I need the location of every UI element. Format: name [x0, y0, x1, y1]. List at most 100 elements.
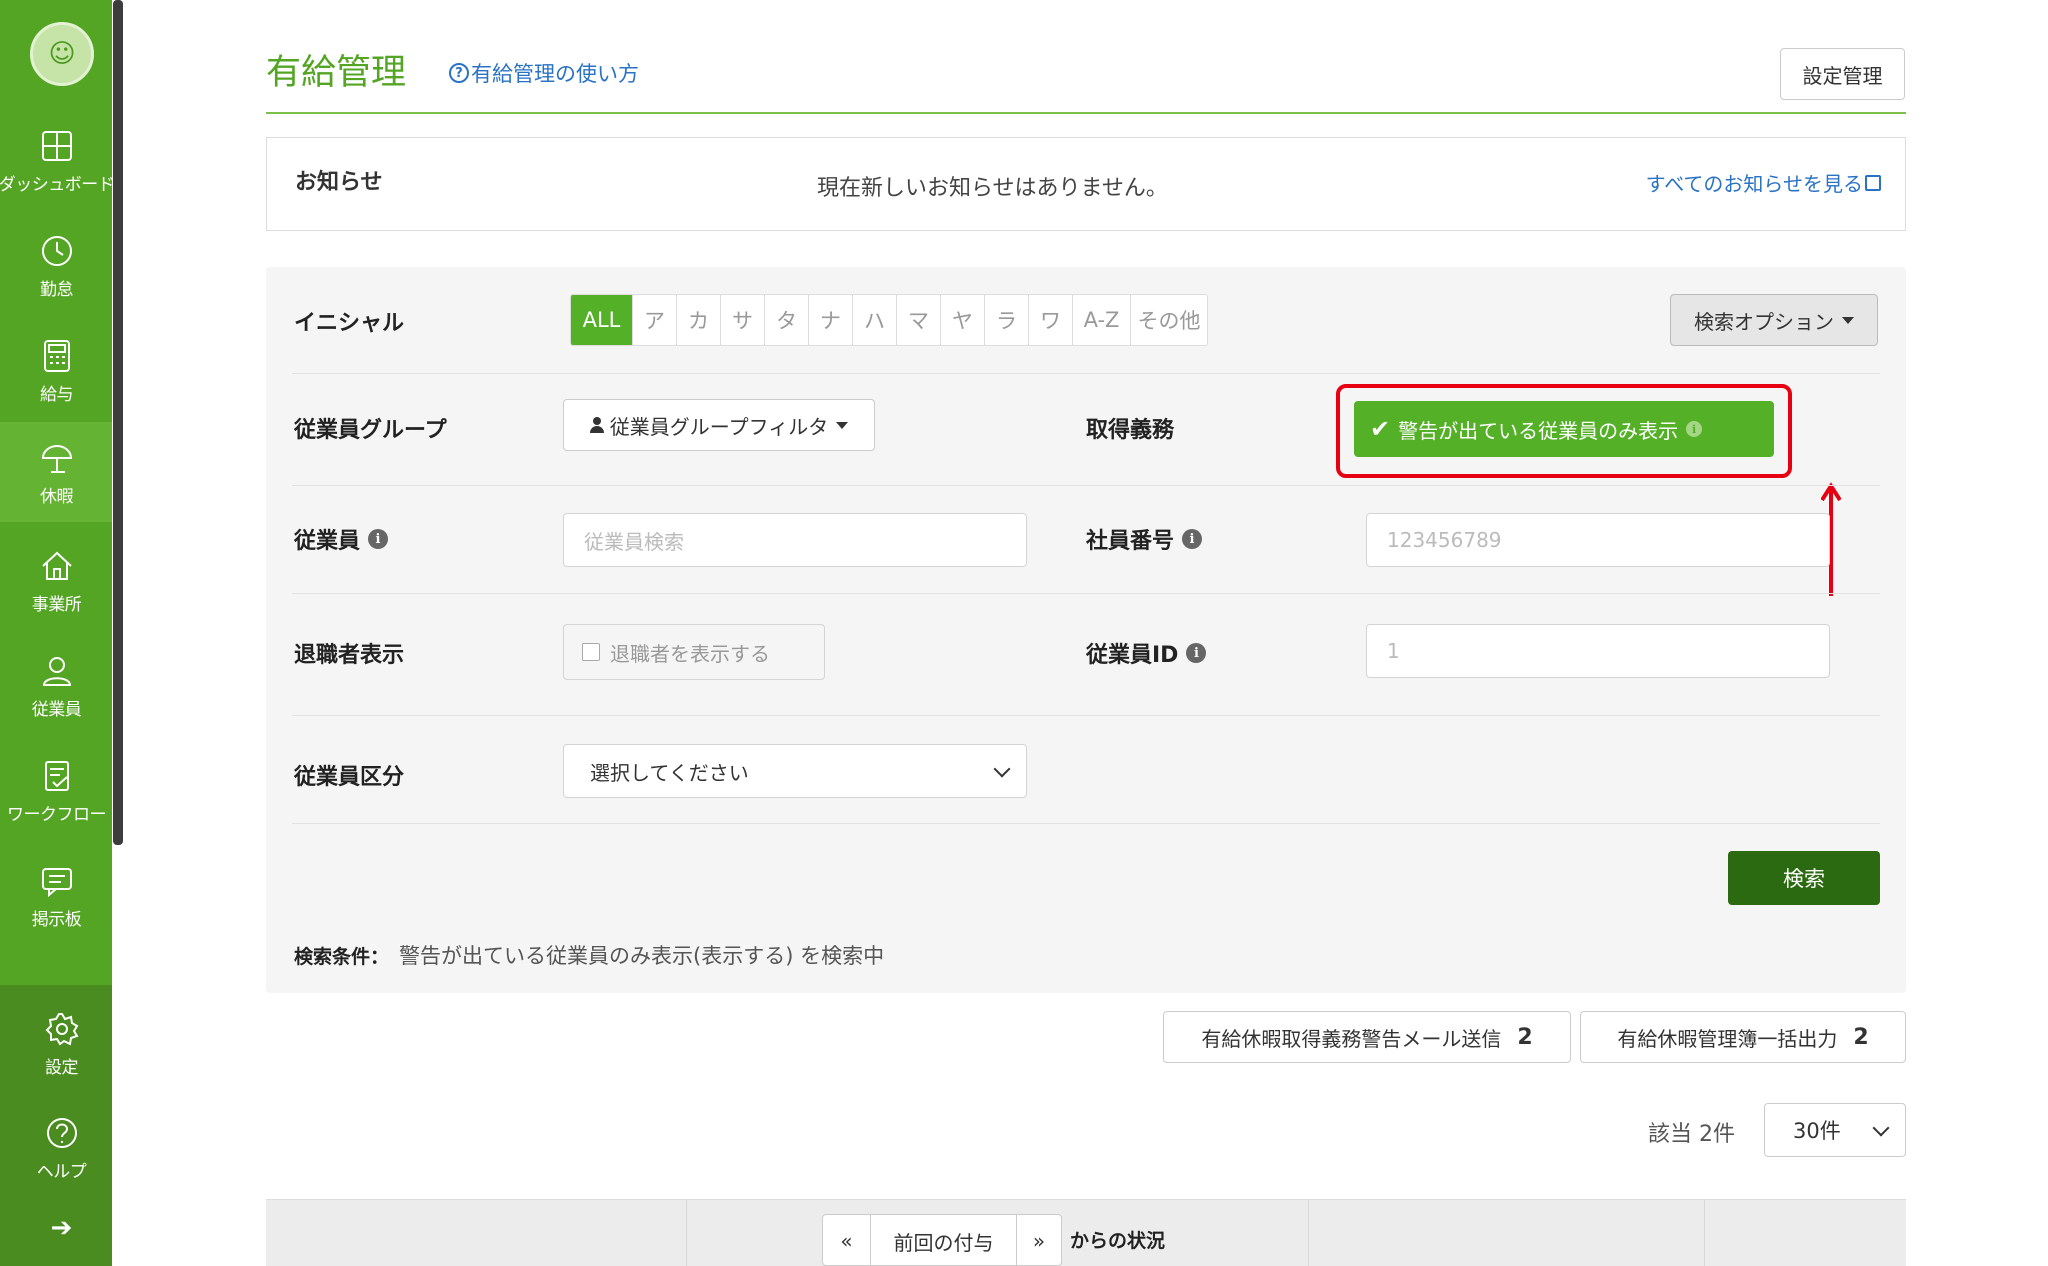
sidebar-item-employees[interactable]: 従業員: [0, 635, 113, 735]
column-divider: [1308, 1200, 1309, 1266]
employee-number-label-row: 社員番号 i: [1086, 523, 1203, 555]
row-divider: [292, 485, 1880, 486]
notice-panel: お知らせ 現在新しいお知らせはありません。 すべてのお知らせを見る: [266, 137, 1906, 231]
info-icon: i: [1686, 421, 1703, 437]
show-retired-label: 退職者を表示する: [610, 641, 770, 666]
sidebar-item-help[interactable]: ヘルプ: [0, 1099, 123, 1199]
check-icon: ✔: [1370, 415, 1391, 443]
user-icon: [589, 417, 604, 433]
employee-group-filter-label: 従業員グループフィルタ: [609, 414, 829, 439]
sidebar-item-office[interactable]: 事業所: [0, 530, 113, 630]
all-notices-link[interactable]: すべてのお知らせを見る: [1646, 168, 1881, 197]
gear-icon: [42, 1009, 82, 1049]
info-icon: i: [1186, 643, 1207, 663]
show-retired-checkbox[interactable]: 退職者を表示する: [563, 624, 825, 680]
page-title: 有給管理: [266, 53, 407, 93]
employee-category-select[interactable]: 選択してください: [563, 744, 1027, 798]
avatar[interactable]: ☺: [30, 22, 94, 86]
initial-na[interactable]: ナ: [809, 295, 853, 345]
initial-ma[interactable]: マ: [897, 295, 941, 345]
chevron-down-icon: [1872, 1119, 1890, 1137]
per-page-value: 30件: [1793, 1119, 1841, 1143]
column-divider: [686, 1200, 687, 1266]
info-icon: i: [368, 529, 389, 549]
sidebar-item-bulletin[interactable]: 掲示板: [0, 845, 113, 945]
parasol-icon: [37, 438, 77, 478]
chevron-down-icon: [993, 760, 1011, 778]
notice-message: 現在新しいお知らせはありません。: [817, 176, 1168, 201]
initial-a-z[interactable]: A-Z: [1073, 295, 1131, 345]
status-since-label: からの状況: [1070, 1230, 1166, 1252]
export-leave-register-button[interactable]: 有給休暇管理簿一括出力 2: [1580, 1011, 1906, 1063]
search-conditions-key: 検索条件：: [294, 945, 390, 968]
send-warning-mail-count: 2: [1517, 1024, 1533, 1050]
employee-number-input[interactable]: 123456789: [1366, 513, 1830, 567]
caret-down-icon: [836, 421, 849, 429]
initial-all[interactable]: ALL: [571, 295, 633, 345]
sidebar-item-label: ヘルプ: [36, 1162, 87, 1182]
external-window-icon: [1865, 174, 1881, 191]
sidebar-scrollbar-thumb[interactable]: [113, 0, 123, 845]
search-button[interactable]: 検索: [1728, 851, 1880, 905]
initial-sa[interactable]: サ: [721, 295, 765, 345]
employee-category-label: 従業員区分: [294, 765, 405, 790]
previous-period-button[interactable]: «: [823, 1215, 871, 1265]
employee-group-label: 従業員グループ: [294, 418, 447, 443]
initial-ka[interactable]: カ: [677, 295, 721, 345]
sidebar-item-label: 勤怠: [40, 280, 74, 300]
sidebar-item-workflow[interactable]: ワークフロー: [0, 740, 113, 840]
home-icon: [37, 546, 77, 586]
dashboard-icon: [37, 126, 77, 166]
retired-display-label: 退職者表示: [294, 643, 405, 668]
calculator-icon: [37, 336, 77, 376]
settings-management-button[interactable]: 設定管理: [1780, 48, 1905, 100]
sidebar-item-label: 従業員: [31, 700, 82, 720]
next-period-button[interactable]: »: [1017, 1215, 1061, 1265]
result-count: 該当 2件: [1648, 1122, 1735, 1147]
sidebar-item-label: 掲示板: [31, 910, 82, 930]
sidebar-item-label: 給与: [40, 385, 74, 405]
grant-period-pager: « 前回の付与 »: [822, 1214, 1062, 1266]
initial-a[interactable]: ア: [633, 295, 677, 345]
initial-ha[interactable]: ハ: [853, 295, 897, 345]
workflow-icon: [37, 756, 77, 796]
employee-search-input[interactable]: 従業員検索: [563, 513, 1027, 567]
initial-ya[interactable]: ヤ: [941, 295, 985, 345]
message-icon: [37, 861, 77, 901]
employee-id-input[interactable]: 1: [1366, 624, 1830, 678]
initial-other[interactable]: その他: [1131, 295, 1207, 345]
employee-label: 従業員: [294, 529, 361, 554]
sidebar-item-leave[interactable]: 休暇: [0, 422, 113, 522]
sidebar-item-dashboard[interactable]: ダッシュボード: [0, 110, 113, 210]
initial-ra[interactable]: ラ: [985, 295, 1029, 345]
initial-label: イニシャル: [294, 311, 405, 336]
search-panel: イニシャル ALL ア カ サ タ ナ ハ マ ヤ ラ ワ A-Z その他 検索…: [266, 267, 1906, 993]
search-conditions-value: 警告が出ている従業員のみ表示(表示する) を検索中: [399, 944, 885, 968]
all-notices-link-label: すべてのお知らせを見る: [1645, 172, 1863, 196]
help-link-label: 有給管理の使い方: [471, 62, 639, 86]
send-warning-mail-label: 有給休暇取得義務警告メール送信: [1201, 1026, 1502, 1051]
warning-only-toggle[interactable]: ✔ 警告が出ている従業員のみ表示 i: [1354, 401, 1774, 457]
send-warning-mail-button[interactable]: 有給休暇取得義務警告メール送信 2: [1163, 1011, 1571, 1063]
help-link[interactable]: ? 有給管理の使い方: [449, 58, 639, 88]
row-divider: [292, 593, 1880, 594]
sidebar-item-settings[interactable]: 設定: [0, 995, 123, 1095]
info-icon: i: [1182, 529, 1203, 549]
help-icon: [42, 1113, 82, 1153]
sidebar-item-payroll[interactable]: 給与: [0, 320, 113, 420]
search-options-dropdown[interactable]: 検索オプション: [1670, 294, 1878, 346]
sidebar-item-label: 休暇: [40, 487, 74, 507]
sidebar-nav: ☺ ダッシュボード 勤怠 給与 休暇 事業所 従業員 ワークフロー 掲示板: [0, 0, 113, 985]
sidebar-item-attendance[interactable]: 勤怠: [0, 215, 113, 315]
export-leave-register-label: 有給休暇管理簿一括出力: [1617, 1026, 1838, 1051]
column-divider: [1704, 1200, 1705, 1266]
initial-wa[interactable]: ワ: [1029, 295, 1073, 345]
arrow-right-icon[interactable]: ➔: [0, 1208, 123, 1248]
employee-label-row: 従業員 i: [294, 523, 389, 555]
sidebar-item-label: ダッシュボード: [0, 175, 113, 195]
employee-number-label: 社員番号: [1086, 529, 1175, 554]
initial-ta[interactable]: タ: [765, 295, 809, 345]
row-divider: [292, 823, 1880, 824]
per-page-select[interactable]: 30件: [1764, 1103, 1906, 1157]
employee-group-filter-dropdown[interactable]: 従業員グループフィルタ: [563, 399, 875, 451]
